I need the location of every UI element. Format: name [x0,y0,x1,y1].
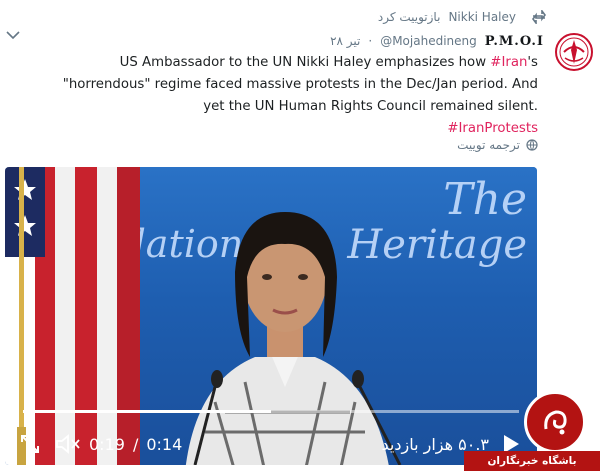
tweet-handle[interactable]: @Mojahedineng [380,34,477,48]
separator-dot: · [368,34,373,48]
pmoi-logo-icon [555,33,593,71]
tweet-body: US Ambassador to the UN Nikki Haley emph… [38,52,538,140]
tweet-header: ۲۸ تیر · @Mojahedineng P.M.O.I [330,32,544,50]
retweet-text: بازتوییت کرد [377,10,441,24]
watermark-label: باشگاه خبرنگاران [464,451,600,471]
watermark-logo [524,391,586,453]
hashtag-iranprotests[interactable]: #IranProtests [447,121,538,136]
microphone-image [193,370,402,465]
mute-icon[interactable] [55,433,81,455]
retweet-icon [532,10,546,24]
translate-tweet-link[interactable]: ترجمه توییت [457,138,538,152]
video-controls-left: 0:19 / 0:14 [19,433,182,455]
watermark-logo-icon [544,410,567,435]
tweet-text-part1: US Ambassador to the UN Nikki Haley emph… [119,55,491,70]
video-time-current: 0:19 [89,434,125,454]
translate-label: ترجمه توییت [457,138,520,152]
retweet-user[interactable]: Nikki Haley [448,10,516,24]
video-progress-bar[interactable] [23,410,519,413]
globe-icon [526,139,538,151]
video-progress-fill [23,410,271,413]
tweet-date[interactable]: ۲۸ تیر [330,34,360,48]
avatar[interactable] [554,32,594,72]
hashtag-iran[interactable]: #Iran [490,55,527,70]
us-flag-image [5,167,140,465]
tweet-display-name[interactable]: P.M.O.I [485,34,544,49]
chevron-down-icon[interactable] [6,30,20,40]
video-time-separator: / [132,434,139,454]
watermark: باشگاه خبرنگاران [464,387,600,471]
video-time-total: 0:14 [146,434,183,454]
retweet-indicator: بازتوییت کرد Nikki Haley [378,8,548,26]
fullscreen-icon[interactable] [19,433,41,455]
video-player[interactable]: The Heritage ndation 0:19 / 0:14 ۵۰.۳ هز… [5,167,537,465]
